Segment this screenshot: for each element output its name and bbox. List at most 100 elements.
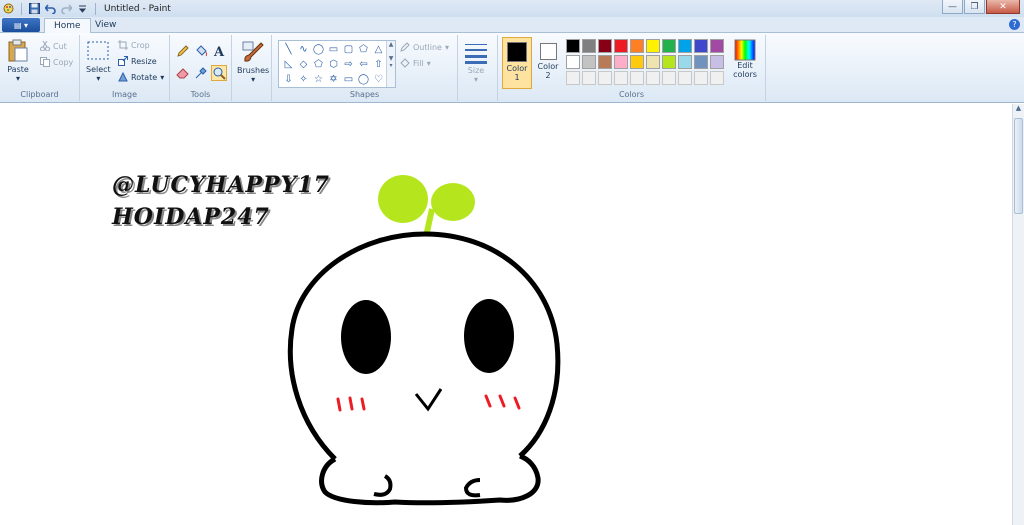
palette-color-swatch[interactable]: [662, 55, 676, 69]
rectangle-shape-icon[interactable]: ▭: [326, 42, 341, 57]
line-shape-icon[interactable]: ╲: [281, 42, 296, 57]
color-2-button[interactable]: Color 2: [534, 37, 562, 89]
window-controls: — ❐ ✕: [942, 0, 1020, 14]
palette-color-swatch[interactable]: [630, 39, 644, 53]
right-triangle-shape-icon[interactable]: ◺: [281, 57, 296, 72]
palette-color-swatch[interactable]: [678, 55, 692, 69]
help-icon[interactable]: ?: [1009, 19, 1020, 30]
text-a-icon: A: [213, 45, 225, 60]
palette-color-swatch[interactable]: [566, 39, 580, 53]
colors-group-label: Colors: [618, 90, 645, 99]
rounded-rectangle-shape-icon[interactable]: ▢: [341, 42, 356, 57]
color-picker-tool[interactable]: [193, 65, 209, 81]
palette-color-swatch[interactable]: [646, 39, 660, 53]
pentagon-shape-icon[interactable]: ⬠: [311, 57, 326, 72]
close-button[interactable]: ✕: [986, 0, 1020, 14]
up-arrow-shape-icon[interactable]: ⇧: [371, 57, 386, 72]
palette-color-swatch[interactable]: [646, 55, 660, 69]
palette-color-swatch[interactable]: [582, 39, 596, 53]
four-point-star-shape-icon[interactable]: ✧: [296, 72, 311, 87]
separator: [95, 2, 96, 15]
palette-color-swatch[interactable]: [582, 71, 596, 85]
six-point-star-shape-icon[interactable]: ✡: [326, 72, 341, 87]
scroll-up-icon[interactable]: ▲: [1013, 104, 1024, 116]
palette-color-swatch[interactable]: [646, 71, 660, 85]
paste-button[interactable]: Paste ▾: [6, 39, 30, 83]
left-eye-drawing: [341, 300, 391, 374]
hexagon-shape-icon[interactable]: ⬡: [326, 57, 341, 72]
palette-color-swatch[interactable]: [662, 71, 676, 85]
palette-color-swatch[interactable]: [614, 55, 628, 69]
brushes-button[interactable]: Brushes ▾: [237, 40, 269, 84]
palette-color-swatch[interactable]: [630, 55, 644, 69]
size-button[interactable]: Size ▾: [464, 40, 488, 84]
vertical-scrollbar[interactable]: ▲: [1012, 104, 1024, 525]
paint-app-icon[interactable]: [3, 3, 14, 14]
polygon-shape-icon[interactable]: ⬠: [356, 42, 371, 57]
five-point-star-shape-icon[interactable]: ☆: [311, 72, 326, 87]
outline-pen-icon: [400, 42, 410, 52]
cut-button[interactable]: Cut: [40, 40, 67, 52]
eraser-icon: [176, 68, 189, 79]
fill-tool[interactable]: [193, 43, 209, 59]
eraser-tool[interactable]: [175, 65, 191, 81]
palette-color-swatch[interactable]: [566, 55, 580, 69]
down-arrow-shape-icon[interactable]: ⇩: [281, 72, 296, 87]
scroll-thumb[interactable]: [1014, 118, 1023, 214]
size-group: Size ▾: [458, 35, 498, 101]
speech-bubble-shape-icon[interactable]: ▭: [341, 72, 356, 87]
right-arrow-shape-icon[interactable]: ⇨: [341, 57, 356, 72]
palette-color-swatch[interactable]: [598, 71, 612, 85]
diamond-shape-icon[interactable]: ◇: [296, 57, 311, 72]
mouth-drawing: [414, 388, 443, 412]
palette-color-swatch[interactable]: [710, 55, 724, 69]
tab-home[interactable]: Home: [44, 18, 91, 33]
fill-button[interactable]: Fill ▾: [400, 58, 431, 68]
palette-color-swatch[interactable]: [694, 39, 708, 53]
palette-color-swatch[interactable]: [710, 71, 724, 85]
palette-color-swatch[interactable]: [598, 39, 612, 53]
triangle-shape-icon[interactable]: △: [371, 42, 386, 57]
tab-view[interactable]: View: [86, 18, 125, 33]
palette-color-swatch[interactable]: [710, 39, 724, 53]
customize-dropdown-icon[interactable]: [77, 3, 88, 14]
heart-shape-icon[interactable]: ♡: [371, 72, 386, 87]
palette-color-swatch[interactable]: [614, 71, 628, 85]
curve-shape-icon[interactable]: ∿: [296, 42, 311, 57]
magnifier-tool[interactable]: [211, 65, 227, 81]
paint-menu-button[interactable]: ▤ ▾: [2, 18, 40, 32]
palette-color-swatch[interactable]: [678, 71, 692, 85]
palette-color-swatch[interactable]: [566, 71, 580, 85]
palette-color-swatch[interactable]: [582, 55, 596, 69]
redo-icon[interactable]: [61, 3, 73, 15]
undo-icon[interactable]: [44, 3, 56, 15]
rotate-button[interactable]: Rotate ▾: [118, 71, 164, 82]
left-arrow-shape-icon[interactable]: ⇦: [356, 57, 371, 72]
resize-button[interactable]: Resize: [118, 56, 157, 66]
drawing-canvas[interactable]: @LUCYHAPPY17 HOIDAP247: [0, 104, 1012, 525]
save-icon[interactable]: [29, 3, 40, 14]
maximize-button[interactable]: ❐: [964, 0, 985, 14]
oval-callout-shape-icon[interactable]: ◯: [356, 72, 371, 87]
title-bar: Untitled - Paint — ❐ ✕: [0, 0, 1024, 17]
edit-colors-button[interactable]: Edit colors: [730, 39, 760, 79]
crop-button[interactable]: Crop: [118, 40, 150, 50]
palette-color-swatch[interactable]: [694, 71, 708, 85]
minimize-button[interactable]: —: [942, 0, 963, 14]
palette-color-swatch[interactable]: [662, 39, 676, 53]
copy-button[interactable]: Copy: [40, 57, 73, 67]
palette-color-swatch[interactable]: [614, 39, 628, 53]
color-1-button[interactable]: Color 1: [502, 37, 532, 89]
text-tool[interactable]: A: [211, 43, 227, 60]
palette-color-swatch[interactable]: [598, 55, 612, 69]
palette-color-swatch[interactable]: [694, 55, 708, 69]
palette-color-swatch[interactable]: [678, 39, 692, 53]
fill-bucket-icon: [400, 58, 410, 68]
shapes-scroll[interactable]: ▲ ▼ ▾: [386, 41, 395, 87]
oval-shape-icon[interactable]: ◯: [311, 42, 326, 57]
palette-color-swatch[interactable]: [630, 71, 644, 85]
pencil-tool[interactable]: [175, 43, 191, 59]
select-button[interactable]: Select ▾: [86, 39, 111, 83]
outline-button[interactable]: Outline ▾: [400, 42, 449, 52]
color-1-swatch: [507, 42, 527, 62]
